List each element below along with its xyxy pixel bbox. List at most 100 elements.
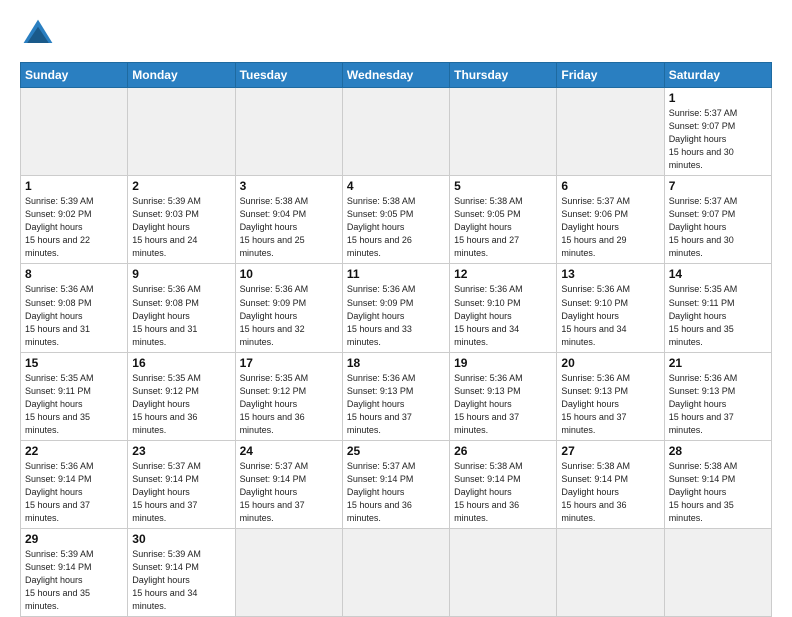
calendar-table: SundayMondayTuesdayWednesdayThursdayFrid…: [20, 62, 772, 617]
calendar-cell: 26 Sunrise: 5:38 AMSunset: 9:14 PMDayligh…: [450, 440, 557, 528]
calendar-cell: 1 Sunrise: 5:39 AMSunset: 9:02 PMDaylight…: [21, 176, 128, 264]
calendar-cell: 5 Sunrise: 5:38 AMSunset: 9:05 PMDaylight…: [450, 176, 557, 264]
calendar-week-row: 22 Sunrise: 5:36 AMSunset: 9:14 PMDayligh…: [21, 440, 772, 528]
calendar-cell: 11 Sunrise: 5:36 AMSunset: 9:09 PMDayligh…: [342, 264, 449, 352]
calendar-cell: 8 Sunrise: 5:36 AMSunset: 9:08 PMDaylight…: [21, 264, 128, 352]
calendar-cell: 30 Sunrise: 5:39 AMSunset: 9:14 PMDayligh…: [128, 529, 235, 617]
calendar-cell: 15 Sunrise: 5:35 AMSunset: 9:11 PMDayligh…: [21, 352, 128, 440]
day-info: Sunrise: 5:39 AMSunset: 9:03 PMDaylight …: [132, 195, 230, 260]
calendar-cell: [342, 529, 449, 617]
calendar-cell: 27 Sunrise: 5:38 AMSunset: 9:14 PMDayligh…: [557, 440, 664, 528]
day-number: 30: [132, 532, 230, 546]
calendar-cell: 16Sunrise: 5:35 AMSunset: 9:12 PMDayligh…: [128, 352, 235, 440]
calendar-cell: 10 Sunrise: 5:36 AMSunset: 9:09 PMDayligh…: [235, 264, 342, 352]
day-info: Sunrise: 5:38 AMSunset: 9:14 PMDaylight …: [561, 460, 659, 525]
day-info: Sunrise: 5:36 AMSunset: 9:14 PMDaylight …: [25, 460, 123, 525]
day-number: 22: [25, 444, 123, 458]
calendar-cell: 29Sunrise: 5:39 AMSunset: 9:14 PMDayligh…: [21, 529, 128, 617]
calendar-week-row: 1Sunrise: 5:37 AMSunset: 9:07 PMDaylight…: [21, 88, 772, 176]
day-number: 1: [669, 91, 767, 105]
day-number: 27: [561, 444, 659, 458]
day-number: 24: [240, 444, 338, 458]
day-number: 11: [347, 267, 445, 281]
calendar-week-row: 15 Sunrise: 5:35 AMSunset: 9:11 PMDayligh…: [21, 352, 772, 440]
calendar-cell: 23 Sunrise: 5:37 AMSunset: 9:14 PMDayligh…: [128, 440, 235, 528]
calendar-week-row: 8 Sunrise: 5:36 AMSunset: 9:08 PMDaylight…: [21, 264, 772, 352]
calendar-cell: 13Sunrise: 5:36 AMSunset: 9:10 PMDayligh…: [557, 264, 664, 352]
calendar-cell: [235, 529, 342, 617]
day-info: Sunrise: 5:36 AMSunset: 9:09 PMDaylight …: [347, 283, 445, 348]
weekday-header: Tuesday: [235, 63, 342, 88]
day-number: 23: [132, 444, 230, 458]
weekday-header: Thursday: [450, 63, 557, 88]
calendar-cell: [235, 88, 342, 176]
day-number: 12: [454, 267, 552, 281]
weekday-header: Saturday: [664, 63, 771, 88]
day-number: 26: [454, 444, 552, 458]
day-number: 7: [669, 179, 767, 193]
day-info: Sunrise: 5:36 AMSunset: 9:13 PMDaylight …: [669, 372, 767, 437]
day-number: 8: [25, 267, 123, 281]
calendar-cell: [21, 88, 128, 176]
day-info: Sunrise: 5:37 AMSunset: 9:14 PMDaylight …: [240, 460, 338, 525]
calendar-cell: 2 Sunrise: 5:39 AMSunset: 9:03 PMDaylight…: [128, 176, 235, 264]
day-info: Sunrise: 5:38 AMSunset: 9:04 PMDaylight …: [240, 195, 338, 260]
calendar-cell: 1Sunrise: 5:37 AMSunset: 9:07 PMDaylight…: [664, 88, 771, 176]
day-number: 10: [240, 267, 338, 281]
day-number: 16: [132, 356, 230, 370]
day-number: 2: [132, 179, 230, 193]
weekday-header: Wednesday: [342, 63, 449, 88]
day-number: 1: [25, 179, 123, 193]
calendar-cell: 20Sunrise: 5:36 AMSunset: 9:13 PMDayligh…: [557, 352, 664, 440]
calendar-cell: 25 Sunrise: 5:37 AMSunset: 9:14 PMDayligh…: [342, 440, 449, 528]
day-number: 20: [561, 356, 659, 370]
day-number: 18: [347, 356, 445, 370]
day-info: Sunrise: 5:36 AMSunset: 9:13 PMDaylight …: [347, 372, 445, 437]
calendar-cell: 7Sunrise: 5:37 AMSunset: 9:07 PMDaylight…: [664, 176, 771, 264]
day-info: Sunrise: 5:39 AMSunset: 9:02 PMDaylight …: [25, 195, 123, 260]
calendar-cell: 19 Sunrise: 5:36 AMSunset: 9:13 PMDayligh…: [450, 352, 557, 440]
day-number: 4: [347, 179, 445, 193]
day-number: 21: [669, 356, 767, 370]
page: SundayMondayTuesdayWednesdayThursdayFrid…: [0, 0, 792, 612]
day-info: Sunrise: 5:37 AMSunset: 9:06 PMDaylight …: [561, 195, 659, 260]
calendar-cell: 24 Sunrise: 5:37 AMSunset: 9:14 PMDayligh…: [235, 440, 342, 528]
calendar-cell: [557, 529, 664, 617]
calendar-week-row: 1 Sunrise: 5:39 AMSunset: 9:02 PMDaylight…: [21, 176, 772, 264]
calendar-cell: 21 Sunrise: 5:36 AMSunset: 9:13 PMDayligh…: [664, 352, 771, 440]
day-number: 25: [347, 444, 445, 458]
day-info: Sunrise: 5:37 AMSunset: 9:14 PMDaylight …: [347, 460, 445, 525]
calendar-cell: [557, 88, 664, 176]
day-number: 5: [454, 179, 552, 193]
calendar-cell: [128, 88, 235, 176]
header: [20, 16, 772, 52]
logo-icon: [20, 16, 56, 52]
calendar-week-row: 29 Sunrise: 5:39 AMSunset: 9:14 PMDayligh…: [21, 529, 772, 617]
day-info: Sunrise: 5:38 AMSunset: 9:05 PMDaylight …: [454, 195, 552, 260]
day-number: 6: [561, 179, 659, 193]
day-number: 29: [25, 532, 123, 546]
day-info: Sunrise: 5:35 AMSunset: 9:11 PMDaylight …: [669, 283, 767, 348]
day-info: Sunrise: 5:37 AMSunset: 9:14 PMDaylight …: [132, 460, 230, 525]
calendar-cell: 22 Sunrise: 5:36 AMSunset: 9:14 PMDayligh…: [21, 440, 128, 528]
calendar-cell: 18 Sunrise: 5:36 AMSunset: 9:13 PMDayligh…: [342, 352, 449, 440]
day-info: Sunrise: 5:36 AMSunset: 9:10 PMDaylight …: [454, 283, 552, 348]
day-info: Sunrise: 5:36 AMSunset: 9:08 PMDaylight …: [25, 283, 123, 348]
calendar-cell: [450, 529, 557, 617]
day-info: Sunrise: 5:39 AMSunset: 9:14 PMDaylight …: [132, 548, 230, 613]
day-number: 28: [669, 444, 767, 458]
day-number: 9: [132, 267, 230, 281]
calendar-cell: [664, 529, 771, 617]
day-info: Sunrise: 5:36 AMSunset: 9:09 PMDaylight …: [240, 283, 338, 348]
calendar-cell: 9Sunrise: 5:36 AMSunset: 9:08 PMDaylight…: [128, 264, 235, 352]
day-number: 19: [454, 356, 552, 370]
day-number: 13: [561, 267, 659, 281]
day-number: 14: [669, 267, 767, 281]
day-info: Sunrise: 5:36 AMSunset: 9:13 PMDaylight …: [454, 372, 552, 437]
calendar-cell: [342, 88, 449, 176]
calendar-cell: [450, 88, 557, 176]
day-info: Sunrise: 5:38 AMSunset: 9:14 PMDaylight …: [454, 460, 552, 525]
day-number: 15: [25, 356, 123, 370]
calendar-cell: 3Sunrise: 5:38 AMSunset: 9:04 PMDaylight…: [235, 176, 342, 264]
day-info: Sunrise: 5:35 AMSunset: 9:11 PMDaylight …: [25, 372, 123, 437]
